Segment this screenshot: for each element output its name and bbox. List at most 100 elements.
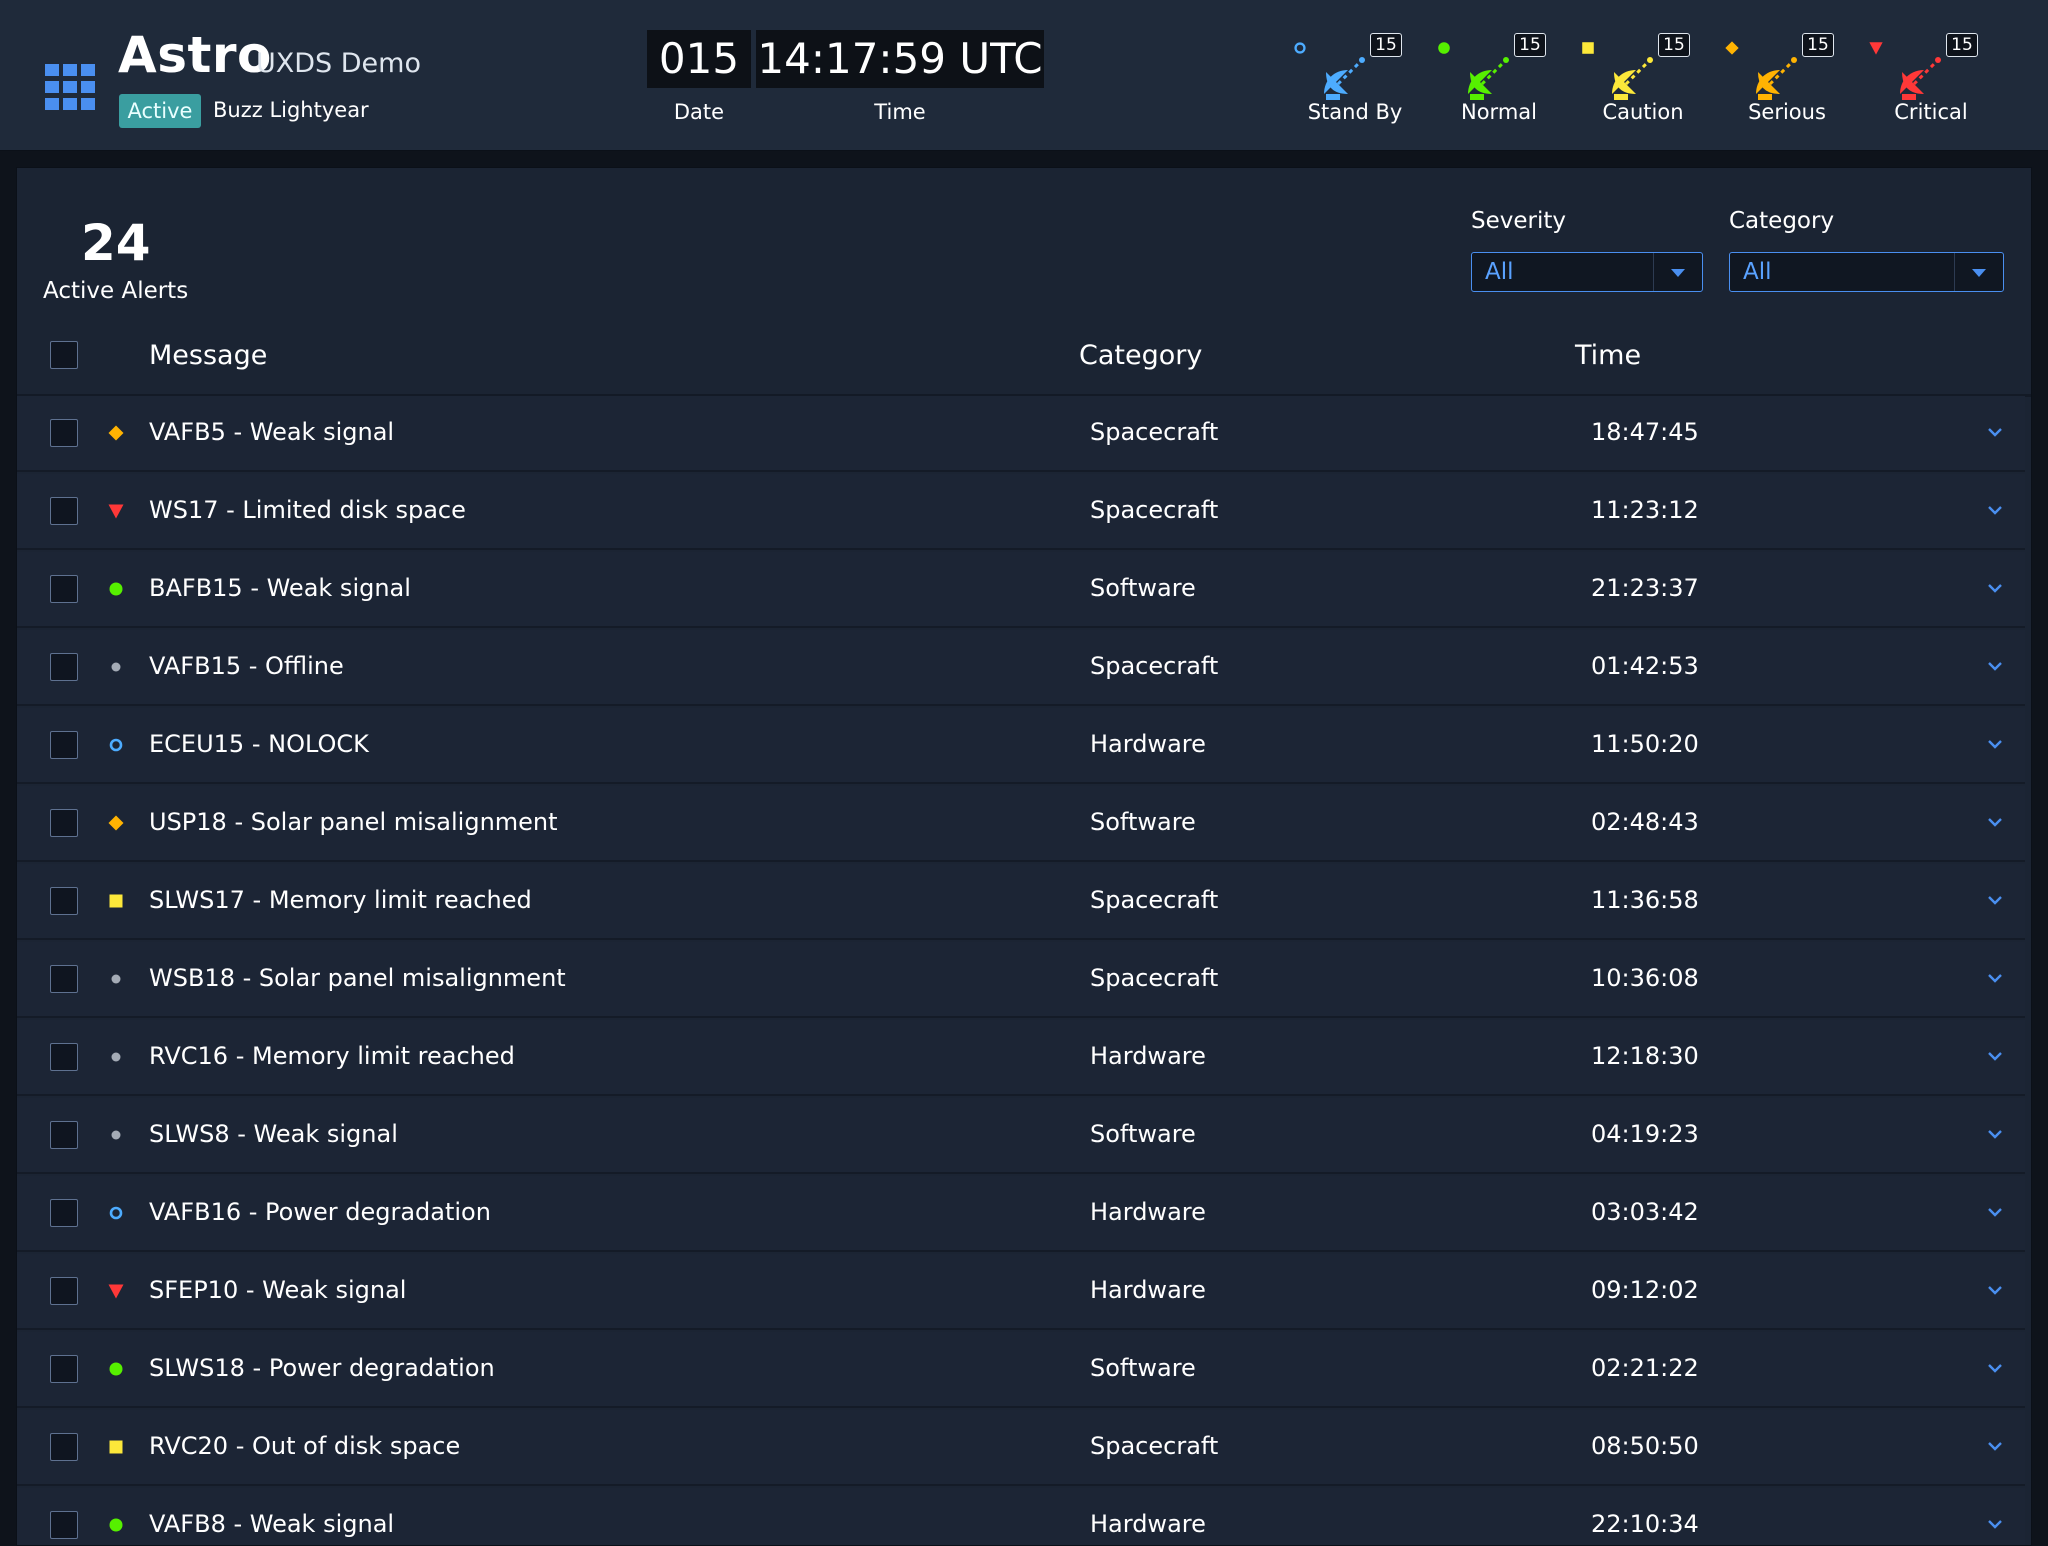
monitoring-icon-serious[interactable]: 15 Serious [1722, 30, 1862, 130]
alert-category: Spacecraft [1090, 964, 1219, 992]
monitoring-count-badge: 15 [1946, 33, 1978, 57]
monitoring-icon-caution[interactable]: 15 Caution [1578, 30, 1718, 130]
status-off-icon [107, 658, 125, 676]
alerts-table-header: Message Category Time [17, 318, 2031, 397]
alert-message: VAFB5 - Weak signal [149, 418, 395, 446]
alert-row[interactable]: RVC20 - Out of disk space Spacecraft 08:50… [17, 1410, 2025, 1484]
expand-chevron-icon[interactable] [1985, 1280, 2005, 1300]
status-caution-icon [107, 1438, 125, 1456]
expand-chevron-icon[interactable] [1985, 1514, 2005, 1534]
alert-time: 12:18:30 [1591, 1042, 1699, 1070]
status-standby-icon [107, 736, 125, 754]
alert-row[interactable]: WSB18 - Solar panel misalignment Spacecra… [17, 942, 2025, 1016]
alert-category: Spacecraft [1090, 1432, 1219, 1460]
row-checkbox[interactable] [50, 887, 78, 915]
row-checkbox[interactable] [50, 1355, 78, 1383]
expand-chevron-icon[interactable] [1985, 1124, 2005, 1144]
alert-message: SLWS18 - Power degradation [149, 1354, 495, 1382]
status-off-icon [107, 1126, 125, 1144]
alert-message: ECEU15 - NOLOCK [149, 730, 369, 758]
app-subtitle: UXDS Demo [256, 48, 421, 79]
standby-icon [1292, 40, 1308, 56]
expand-chevron-icon[interactable] [1985, 578, 2005, 598]
alert-time: 01:42:53 [1591, 652, 1699, 680]
clock-time: 14:17:59 UTC [756, 30, 1044, 88]
caution-icon [1580, 40, 1596, 56]
alert-message: RVC16 - Memory limit reached [149, 1042, 515, 1070]
expand-chevron-icon[interactable] [1985, 422, 2005, 442]
row-checkbox[interactable] [50, 809, 78, 837]
monitoring-label: Caution [1602, 100, 1684, 124]
expand-chevron-icon[interactable] [1985, 890, 2005, 910]
alert-category: Spacecraft [1090, 886, 1219, 914]
alert-row[interactable]: SFEP10 - Weak signal Hardware 09:12:02 [17, 1254, 2025, 1328]
monitoring-icon-critical[interactable]: 15 Critical [1866, 30, 2006, 130]
row-checkbox[interactable] [50, 653, 78, 681]
row-checkbox[interactable] [50, 1511, 78, 1539]
alert-message: VAFB15 - Offline [149, 652, 344, 680]
select-all-checkbox[interactable] [50, 341, 78, 369]
expand-chevron-icon[interactable] [1985, 812, 2005, 832]
alert-row[interactable]: BAFB15 - Weak signal Software 21:23:37 [17, 552, 2025, 626]
alert-row[interactable]: USP18 - Solar panel misalignment Software… [17, 786, 2025, 860]
alert-row[interactable]: VAFB15 - Offline Spacecraft 01:42:53 [17, 630, 2025, 704]
expand-chevron-icon[interactable] [1985, 500, 2005, 520]
expand-chevron-icon[interactable] [1985, 1358, 2005, 1378]
severity-filter-select[interactable]: All [1471, 252, 1703, 292]
critical-icon [1868, 40, 1884, 56]
monitoring-icon-normal[interactable]: 15 Normal [1434, 30, 1574, 130]
column-header-message[interactable]: Message [149, 340, 267, 371]
status-normal-icon [107, 580, 125, 598]
alert-row[interactable]: SLWS18 - Power degradation Software 02:21:… [17, 1332, 2025, 1406]
expand-chevron-icon[interactable] [1985, 1046, 2005, 1066]
alert-time: 22:10:34 [1591, 1510, 1699, 1538]
alert-row[interactable]: SLWS17 - Memory limit reached Spacecraft 1… [17, 864, 2025, 938]
active-alert-count: 24 [81, 214, 151, 272]
row-checkbox[interactable] [50, 419, 78, 447]
alert-category: Hardware [1090, 1510, 1206, 1538]
column-header-category[interactable]: Category [1079, 340, 1202, 371]
expand-chevron-icon[interactable] [1985, 968, 2005, 988]
expand-chevron-icon[interactable] [1985, 1436, 2005, 1456]
row-checkbox[interactable] [50, 965, 78, 993]
alert-message: USP18 - Solar panel misalignment [149, 808, 558, 836]
alert-time: 03:03:42 [1591, 1198, 1699, 1226]
row-checkbox[interactable] [50, 1433, 78, 1461]
alert-time: 10:36:08 [1591, 964, 1699, 992]
row-checkbox[interactable] [50, 497, 78, 525]
expand-chevron-icon[interactable] [1985, 734, 2005, 754]
row-checkbox[interactable] [50, 1277, 78, 1305]
app-switcher-icon[interactable] [45, 64, 95, 114]
clock-date: 015 [647, 30, 751, 88]
alert-row[interactable]: WS17 - Limited disk space Spacecraft 11:23… [17, 474, 2025, 548]
row-checkbox[interactable] [50, 575, 78, 603]
expand-chevron-icon[interactable] [1985, 1202, 2005, 1222]
row-checkbox[interactable] [50, 1043, 78, 1071]
alert-row[interactable]: RVC16 - Memory limit reached Hardware 12:1… [17, 1020, 2025, 1094]
alert-row[interactable]: VAFB5 - Weak signal Spacecraft 18:47:45 [17, 396, 2025, 470]
clock-date-label: Date [673, 100, 725, 124]
row-checkbox[interactable] [50, 1199, 78, 1227]
alert-row[interactable]: ECEU15 - NOLOCK Hardware 11:50:20 [17, 708, 2025, 782]
alert-row[interactable]: VAFB16 - Power degradation Hardware 03:03:… [17, 1176, 2025, 1250]
monitoring-count-badge: 15 [1802, 33, 1834, 57]
alert-message: VAFB16 - Power degradation [149, 1198, 491, 1226]
expand-chevron-icon[interactable] [1985, 656, 2005, 676]
app-name: Astro [118, 26, 272, 84]
row-checkbox[interactable] [50, 1121, 78, 1149]
alert-category: Software [1090, 1120, 1196, 1148]
alert-message: WSB18 - Solar panel misalignment [149, 964, 566, 992]
alert-message: WS17 - Limited disk space [149, 496, 466, 524]
category-filter-value: All [1743, 259, 1772, 285]
status-critical-icon [107, 1282, 125, 1300]
category-filter-label: Category [1729, 208, 1835, 234]
alert-time: 18:47:45 [1591, 418, 1699, 446]
alert-row[interactable]: SLWS8 - Weak signal Software 04:19:23 [17, 1098, 2025, 1172]
column-header-time[interactable]: Time [1575, 340, 1641, 371]
row-checkbox[interactable] [50, 731, 78, 759]
alert-time: 02:48:43 [1591, 808, 1699, 836]
monitoring-icon-standby[interactable]: 15 Stand By [1290, 30, 1430, 130]
alert-row[interactable]: VAFB8 - Weak signal Hardware 22:10:34 [17, 1488, 2025, 1545]
category-filter-select[interactable]: All [1729, 252, 2004, 292]
username: Buzz Lightyear [213, 98, 369, 122]
